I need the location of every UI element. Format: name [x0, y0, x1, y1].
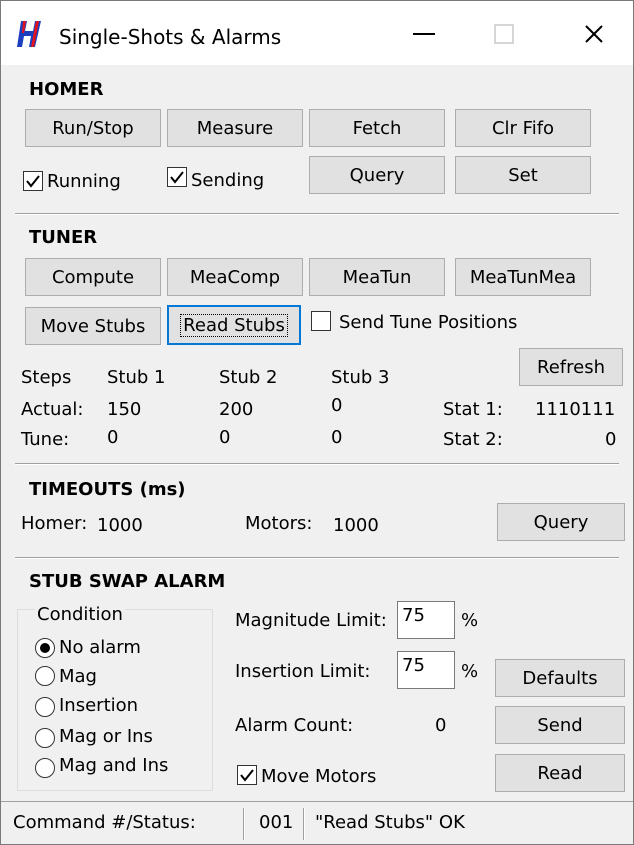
- tune-stub3-value: 0: [331, 427, 343, 448]
- condition-group-label: Condition: [35, 604, 125, 625]
- radio-insertion-label: Insertion: [59, 695, 139, 716]
- compute-button[interactable]: Compute: [25, 258, 161, 296]
- tuner-header: TUNER: [29, 227, 98, 248]
- homer-timeout-value: 1000: [97, 515, 143, 536]
- meatunmea-button[interactable]: MeaTunMea: [455, 258, 591, 296]
- command-number: 001: [259, 812, 294, 833]
- maximize-button[interactable]: [473, 9, 535, 59]
- actual-stub1-value: 150: [107, 399, 142, 420]
- window: Single-Shots & Alarms HOMER Run/Stop Mea…: [0, 0, 634, 845]
- app-h-logo-icon: [17, 21, 41, 47]
- motors-timeout-value: 1000: [333, 515, 379, 536]
- defaults-button[interactable]: Defaults: [495, 659, 625, 697]
- window-title: Single-Shots & Alarms: [59, 25, 282, 49]
- insertion-limit-input[interactable]: 75: [397, 651, 455, 689]
- radio-insertion[interactable]: [35, 697, 55, 717]
- move-motors-label: Move Motors: [261, 766, 377, 787]
- meacomp-button[interactable]: MeaComp: [167, 258, 303, 296]
- read-stubs-label: Read Stubs: [180, 313, 288, 337]
- magnitude-limit-input[interactable]: 75: [397, 601, 455, 639]
- radio-mag-and-ins[interactable]: [35, 758, 55, 778]
- separator: [15, 557, 619, 559]
- radio-mag-or-ins-label: Mag or Ins: [59, 726, 153, 747]
- running-label: Running: [47, 171, 121, 192]
- motors-timeout-label: Motors:: [245, 513, 313, 534]
- radio-mag-label: Mag: [59, 666, 97, 687]
- magnitude-limit-label: Magnitude Limit:: [235, 610, 387, 631]
- separator: [15, 213, 619, 215]
- send-tune-positions-checkbox[interactable]: [311, 311, 331, 331]
- checkmark-icon: [26, 175, 40, 188]
- stat2-label: Stat 2:: [443, 429, 503, 450]
- separator: [15, 463, 619, 465]
- title-bar: Single-Shots & Alarms: [1, 1, 633, 65]
- radio-mag-or-ins[interactable]: [35, 728, 55, 748]
- actual-label: Actual:: [21, 399, 84, 420]
- stub2-label: Stub 2: [219, 367, 278, 388]
- minimize-icon: [413, 33, 435, 35]
- actual-stub2-value: 200: [219, 399, 254, 420]
- send-button[interactable]: Send: [495, 706, 625, 744]
- close-icon: [585, 25, 603, 43]
- checkmark-icon: [240, 769, 254, 782]
- timeouts-header: TIMEOUTS (ms): [29, 479, 186, 500]
- refresh-button[interactable]: Refresh: [519, 348, 623, 386]
- sending-label: Sending: [191, 170, 265, 191]
- close-button[interactable]: [563, 9, 625, 59]
- status-label: Command #/Status:: [13, 812, 196, 833]
- homer-query-button[interactable]: Query: [309, 156, 445, 194]
- sending-checkbox[interactable]: [167, 167, 187, 187]
- actual-stub3-value: 0: [331, 395, 343, 416]
- status-message: "Read Stubs" OK: [315, 812, 465, 833]
- stat1-value: 1110111: [535, 399, 616, 420]
- homer-header: HOMER: [29, 79, 104, 100]
- stub3-label: Stub 3: [331, 367, 390, 388]
- minimize-button[interactable]: [393, 9, 455, 59]
- stat2-value: 0: [605, 429, 617, 450]
- meatun-button[interactable]: MeaTun: [309, 258, 445, 296]
- alarm-count-label: Alarm Count:: [235, 715, 354, 736]
- clr-fifo-button[interactable]: Clr Fifo: [455, 109, 591, 147]
- tune-label: Tune:: [21, 429, 70, 450]
- running-checkbox[interactable]: [23, 171, 43, 191]
- maximize-icon: [494, 24, 514, 44]
- move-stubs-button[interactable]: Move Stubs: [25, 307, 161, 345]
- tune-stub1-value: 0: [107, 427, 119, 448]
- timeouts-query-button[interactable]: Query: [497, 503, 625, 541]
- checkmark-icon: [170, 171, 184, 184]
- status-separator: [303, 808, 305, 840]
- read-button[interactable]: Read: [495, 754, 625, 792]
- radio-no-alarm-label: No alarm: [59, 637, 141, 658]
- magnitude-percent: %: [461, 610, 479, 631]
- stat1-label: Stat 1:: [443, 399, 503, 420]
- measure-button[interactable]: Measure: [167, 109, 303, 147]
- fetch-button[interactable]: Fetch: [309, 109, 445, 147]
- stub-swap-alarm-header: STUB SWAP ALARM: [29, 571, 226, 592]
- status-bar: Command #/Status: 001 "Read Stubs" OK: [1, 801, 633, 844]
- run-stop-button[interactable]: Run/Stop: [25, 109, 161, 147]
- radio-mag[interactable]: [35, 666, 55, 686]
- radio-mag-and-ins-label: Mag and Ins: [59, 755, 169, 776]
- insertion-limit-label: Insertion Limit:: [235, 661, 371, 682]
- read-stubs-button[interactable]: Read Stubs: [167, 305, 301, 345]
- stub1-label: Stub 1: [107, 367, 166, 388]
- set-button[interactable]: Set: [455, 156, 591, 194]
- status-separator: [243, 808, 245, 840]
- steps-label: Steps: [21, 367, 72, 388]
- move-motors-checkbox[interactable]: [237, 765, 257, 785]
- homer-timeout-label: Homer:: [21, 513, 88, 534]
- radio-no-alarm[interactable]: [35, 638, 55, 658]
- alarm-count-value: 0: [435, 715, 447, 736]
- send-tune-positions-label: Send Tune Positions: [339, 312, 518, 333]
- tune-stub2-value: 0: [219, 427, 231, 448]
- insertion-percent: %: [461, 661, 479, 682]
